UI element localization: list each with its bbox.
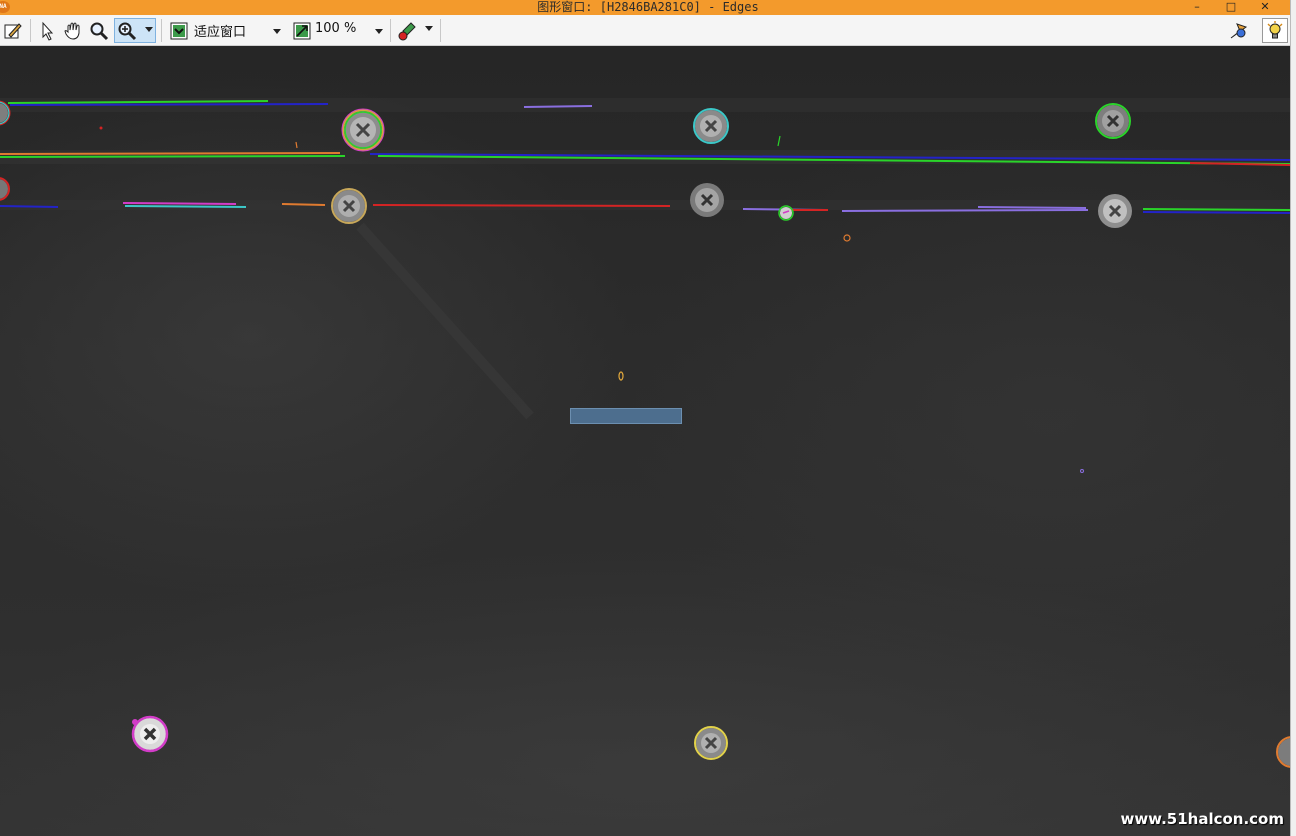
close-button[interactable]: ✕ <box>1248 0 1282 15</box>
region-tool-icon <box>1228 21 1250 41</box>
region-tool-button[interactable] <box>1227 18 1251 43</box>
paint-button[interactable] <box>395 18 437 43</box>
edit-button[interactable] <box>1 18 25 43</box>
title-bar: NA 图形窗口: [H2846BA281C0] - Edges – □ ✕ <box>0 0 1296 15</box>
zoom-in-icon <box>117 21 137 41</box>
pan-hand-icon <box>63 21 83 41</box>
pointer-button[interactable] <box>35 18 59 43</box>
magnifier-icon <box>89 21 109 41</box>
edge-overlay <box>0 98 1290 768</box>
screw-1 <box>341 108 385 152</box>
screw-9 <box>694 726 728 760</box>
toolbar: 适应窗口 100 % <box>0 15 1290 46</box>
fit-window-dropdown-icon[interactable] <box>273 29 281 34</box>
zoom-percent-button[interactable] <box>290 18 314 43</box>
lightbulb-icon <box>1265 20 1285 41</box>
lightbulb-button[interactable] <box>1262 18 1288 43</box>
zoom-dropdown-icon[interactable] <box>375 29 383 34</box>
window-title: 图形窗口: [H2846BA281C0] - Edges <box>537 0 759 14</box>
zoom-percent-label[interactable]: 100 % <box>315 21 356 36</box>
pan-button[interactable] <box>61 18 85 43</box>
fit-window-icon <box>169 21 189 41</box>
selection-rectangle[interactable] <box>570 408 682 424</box>
fit-window-label[interactable]: 适应窗口 <box>194 21 246 40</box>
paint-brush-icon <box>397 21 419 41</box>
screw-3 <box>1095 103 1131 139</box>
pointer-icon <box>38 21 56 41</box>
chevron-down-icon <box>145 27 153 32</box>
screw-6 <box>1098 194 1132 228</box>
screw-8 <box>131 715 169 753</box>
maximize-button[interactable]: □ <box>1214 0 1248 15</box>
screw-2 <box>693 108 729 144</box>
window-controls: – □ ✕ <box>1180 0 1282 15</box>
zoom-percent-icon <box>292 21 312 41</box>
screw-edge-right <box>1276 736 1290 768</box>
screw-edge-left-2 <box>0 177 10 201</box>
screw-7 <box>778 205 794 221</box>
zoom-in-button[interactable] <box>114 18 156 43</box>
fit-window-button[interactable] <box>167 18 191 43</box>
screw-4 <box>331 188 367 224</box>
watermark-text: www.51halcon.com <box>1120 810 1284 828</box>
paint-dropdown-icon <box>425 26 433 31</box>
magnify-button[interactable] <box>87 18 111 43</box>
edit-icon <box>3 21 23 41</box>
screw-5 <box>690 183 724 217</box>
right-edge-panel <box>1290 0 1296 836</box>
image-canvas[interactable]: www.51halcon.com <box>0 46 1290 836</box>
minimize-button[interactable]: – <box>1180 0 1214 15</box>
